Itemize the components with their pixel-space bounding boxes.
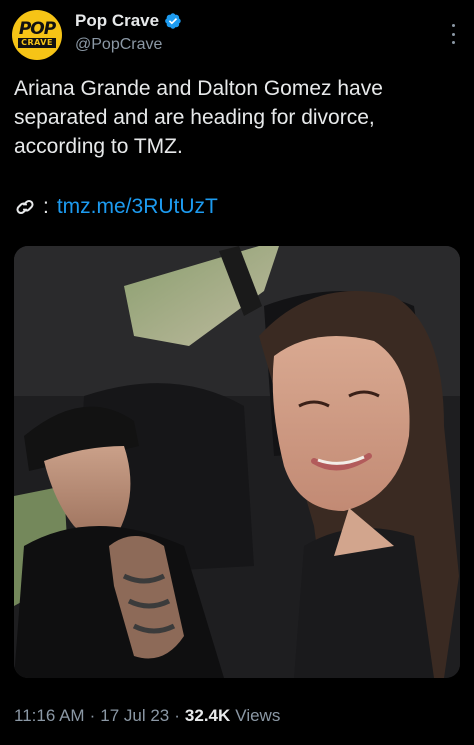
tweet-date[interactable]: 17 Jul 23 xyxy=(100,706,169,726)
photo-illustration xyxy=(14,246,460,678)
views-count[interactable]: 32.4K xyxy=(185,706,230,726)
tweet-header: POP CRAVE Pop Crave @PopCrave xyxy=(12,8,462,60)
tweet-link-row: : tmz.me/3RUtUzT xyxy=(14,195,218,219)
tweet-time[interactable]: 11:16 AM xyxy=(14,706,85,726)
link-prefix: : xyxy=(43,195,49,218)
account-handle[interactable]: @PopCrave xyxy=(75,36,162,54)
verified-badge-icon xyxy=(165,13,181,29)
more-options-icon[interactable] xyxy=(450,24,456,44)
views-label: Views xyxy=(235,706,281,725)
tweet-photo[interactable] xyxy=(14,246,460,678)
display-name[interactable]: Pop Crave xyxy=(75,11,159,31)
tweet-link[interactable]: tmz.me/3RUtUzT xyxy=(57,195,218,219)
avatar-text-bottom: CRAVE xyxy=(18,38,56,48)
tweet-meta: 11:16 AM · 17 Jul 23 · 32.4K Views xyxy=(14,706,280,726)
name-row: Pop Crave xyxy=(75,11,182,31)
separator: · xyxy=(174,706,180,725)
link-icon xyxy=(16,199,34,215)
separator: · xyxy=(89,706,96,725)
avatar[interactable]: POP CRAVE xyxy=(12,10,62,60)
avatar-text-top: POP xyxy=(18,19,56,39)
tweet-text: Ariana Grande and Dalton Gomez have sepa… xyxy=(14,77,383,158)
